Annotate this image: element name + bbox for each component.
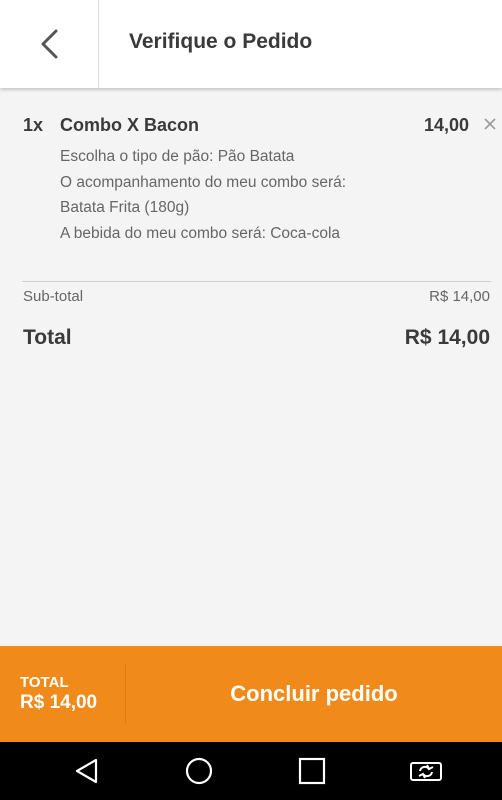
nav-home-icon [185,757,213,785]
item-quantity: 1x [23,115,44,135]
conclude-order-button[interactable]: Concluir pedido [126,646,502,742]
subtotal-label: Sub-total [23,288,84,305]
item-option: Escolha o tipo de pão: Pão Batata [60,148,295,165]
item-name: Combo X Bacon [60,115,200,135]
nav-back-button[interactable] [72,756,102,786]
back-button[interactable] [0,0,99,88]
item-option: O acompanhamento do meu combo será: [60,173,347,191]
footer-total-value: R$ 14,00 [20,692,98,713]
nav-recents-button[interactable] [297,756,327,786]
nav-home-button[interactable] [184,756,214,786]
chevron-left-icon [41,29,58,59]
screen-rotate-icon [410,762,442,781]
item-option: Batata Frita (180g) [60,199,190,217]
footer-total-label: TOTAL [20,674,69,691]
subtotal-value: R$ 14,00 [429,288,490,305]
item-price: 14,00 [423,115,469,135]
page-title: Verifique o Pedido [129,30,313,53]
item-option: A bebida do meu combo será: Coca-cola [60,225,341,243]
top-app-bar: Verifique o Pedido [0,0,502,88]
total-label: Total [23,326,72,349]
nav-recents-icon [298,757,326,785]
item-options: Escolha o tipo de pão: Pão Batata O acom… [60,144,346,247]
close-icon [484,118,496,130]
checkout-footer: TOTAL R$ 14,00 Concluir pedido [0,646,502,742]
divider [22,281,491,282]
total-value: R$ 14,00 [404,326,490,349]
nav-back-icon [75,758,98,784]
footer-total: TOTAL R$ 14,00 [20,674,97,714]
remove-item-button[interactable] [482,116,498,132]
system-nav-bar [0,742,502,800]
screen-rotate-button[interactable] [409,756,443,786]
